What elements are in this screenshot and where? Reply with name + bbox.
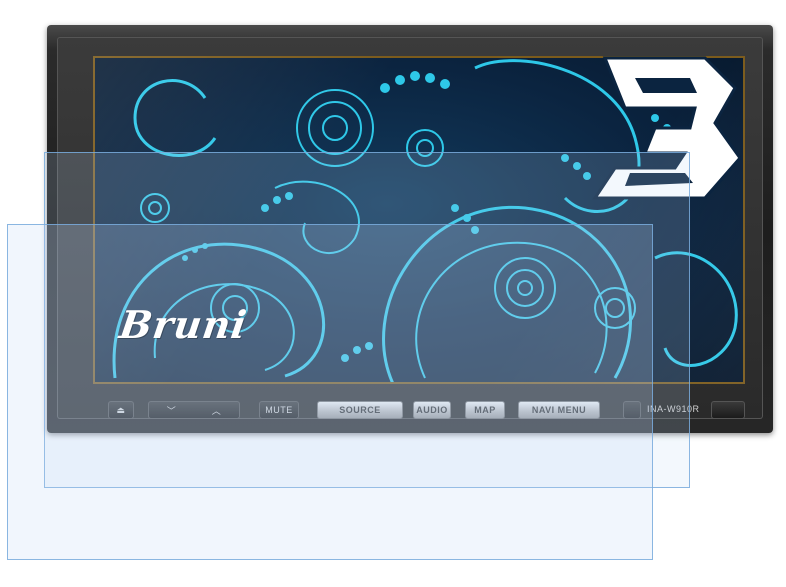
volume-rocker[interactable]: ﹀ ︿ <box>148 401 240 419</box>
source-button[interactable]: SOURCE <box>317 401 403 419</box>
eject-button[interactable]: ⏏ <box>108 401 134 419</box>
audio-button[interactable]: AUDIO <box>413 401 451 419</box>
mute-button[interactable]: MUTE <box>259 401 299 419</box>
navi-menu-button[interactable]: NAVI MENU <box>518 401 600 419</box>
volume-up-icon[interactable]: ︿ <box>212 404 222 417</box>
bruni-b-mark-icon <box>592 56 742 200</box>
bruni-logo: Bruni <box>116 302 251 347</box>
model-label: INA-W910R <box>647 404 700 414</box>
eject-icon: ⏏ <box>116 404 126 415</box>
side-slot <box>711 401 745 419</box>
sensor-window <box>623 401 641 419</box>
volume-down-icon[interactable]: ﹀ <box>167 404 177 417</box>
hardware-button-strip: ⏏ ﹀ ︿ MUTE SOURCE AUDIO MAP NAVI MENU IN… <box>93 397 745 425</box>
map-button[interactable]: MAP <box>465 401 505 419</box>
